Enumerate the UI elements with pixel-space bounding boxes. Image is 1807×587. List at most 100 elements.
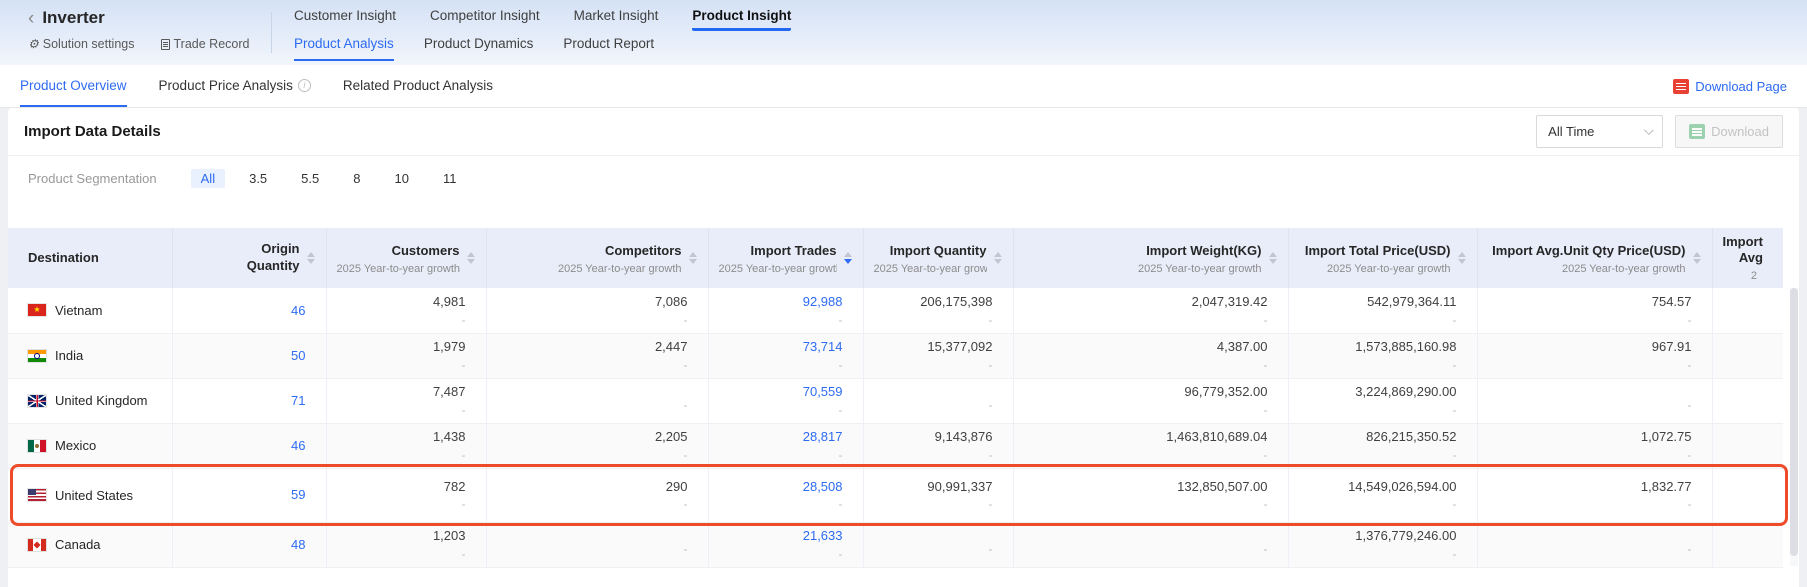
- cell-value[interactable]: 28,817: [719, 427, 843, 447]
- column-label: Import Avg: [1723, 234, 1763, 267]
- cell-growth-value: -: [1488, 312, 1692, 329]
- origin-quantity-value[interactable]: 50: [183, 346, 306, 366]
- cell-value: [1723, 351, 1764, 361]
- origin-quantity-value[interactable]: 48: [183, 535, 306, 555]
- trade-record-label: Trade Record: [174, 37, 250, 51]
- table-row-india: India501,979-2,447-73,714-15,377,092-4,3…: [8, 333, 1783, 378]
- sort-carets-icon[interactable]: [994, 252, 1002, 264]
- customers-cell: 782-: [326, 468, 486, 522]
- cell-value: 2,205: [497, 427, 688, 447]
- column-header-import-avg: Import Avg2: [1712, 228, 1783, 288]
- competitors-cell: 2,205-: [486, 423, 708, 468]
- competitors-cell: 290-: [486, 468, 708, 522]
- cell-growth-value: -: [1024, 496, 1268, 513]
- column-subtitle: 2025 Year-to-year growth: [497, 263, 682, 275]
- sort-carets-icon[interactable]: [307, 252, 315, 264]
- main-tab-product-insight[interactable]: Product Insight: [692, 8, 791, 31]
- import-quantity-cell: -: [863, 378, 1013, 423]
- section-tab-label: Product Overview: [20, 78, 127, 93]
- section-tab-label: Related Product Analysis: [343, 78, 493, 93]
- sort-asc-icon: [1458, 252, 1466, 257]
- time-filter-select[interactable]: All Time: [1536, 115, 1663, 148]
- section-tabs: Product Overview Product Price Analysis Re…: [20, 65, 493, 107]
- gb-flag-icon: [28, 395, 46, 407]
- cell-value[interactable]: 21,633: [719, 526, 843, 546]
- cell-growth-value: -: [874, 447, 993, 464]
- cell-value[interactable]: 28,508: [719, 477, 843, 497]
- cell-value[interactable]: 92,988: [719, 292, 843, 312]
- cell-value[interactable]: 73,714: [719, 337, 843, 357]
- segmentation-option-8[interactable]: 8: [343, 169, 370, 188]
- solution-settings-link[interactable]: Solution settings: [28, 37, 135, 51]
- cell-value[interactable]: 70,559: [719, 382, 843, 402]
- cell-growth-value: -: [337, 496, 466, 513]
- cell-value: 2,047,319.42: [1024, 292, 1268, 312]
- download-page-link[interactable]: Download Page: [1673, 65, 1787, 107]
- column-subtitle: 2025 Year-to-year growth: [337, 263, 460, 275]
- sort-carets-icon[interactable]: [1458, 252, 1466, 264]
- main-tab-customer-insight[interactable]: Customer Insight: [294, 8, 396, 31]
- brand-block: ‹ Inverter Solution settings Trade Recor…: [0, 0, 272, 65]
- cell-growth-value: -: [497, 312, 688, 329]
- section-tab-product-price-analysis[interactable]: Product Price Analysis: [159, 65, 311, 107]
- import-quantity-cell: 9,143,876-: [863, 423, 1013, 468]
- sub-tab-product-analysis[interactable]: Product Analysis: [294, 36, 394, 61]
- sort-carets-icon[interactable]: [689, 252, 697, 264]
- column-label: Import Avg.Unit Qty Price(USD): [1492, 243, 1685, 259]
- column-header-origin-quantity: Origin Quantity: [172, 228, 326, 288]
- cell-growth-value: -: [497, 397, 688, 414]
- segmentation-option-5-5[interactable]: 5.5: [291, 169, 329, 188]
- section-tab-related-product-analysis[interactable]: Related Product Analysis: [343, 65, 493, 107]
- import-avg-cutoff-cell: [1712, 333, 1783, 378]
- cell-value: 4,387.00: [1024, 337, 1268, 357]
- trade-record-link[interactable]: Trade Record: [161, 37, 250, 51]
- import-data-table-wrap: DestinationOrigin QuantityCustomers2025 …: [8, 228, 1799, 568]
- cell-value: 782: [337, 477, 466, 497]
- import-avg-unit-qty-price-cell: 967.91-: [1477, 333, 1712, 378]
- segmentation-option-3-5[interactable]: 3.5: [239, 169, 277, 188]
- cell-value: [1723, 305, 1764, 315]
- download-button[interactable]: Download: [1675, 115, 1783, 148]
- cell-growth-value: -: [1299, 402, 1457, 419]
- us-flag-icon: [28, 489, 46, 501]
- sort-asc-icon: [689, 252, 697, 257]
- import-trades-cell: 28,817-: [708, 423, 863, 468]
- sub-tab-product-dynamics[interactable]: Product Dynamics: [424, 36, 534, 61]
- back-chevron-icon[interactable]: ‹: [28, 9, 34, 28]
- segmentation-option-11[interactable]: 11: [433, 169, 467, 188]
- download-page-label: Download Page: [1695, 79, 1787, 94]
- vn-flag-icon: [28, 304, 46, 316]
- country-name: Mexico: [55, 438, 96, 453]
- cell-value: 2,447: [497, 337, 688, 357]
- column-label: Customers: [392, 243, 460, 259]
- origin-quantity-value[interactable]: 46: [183, 301, 306, 321]
- sort-desc-icon: [307, 259, 315, 264]
- sort-desc-icon: [467, 259, 475, 264]
- cell-value: 4,981: [337, 292, 466, 312]
- import-trades-cell: 73,714-: [708, 333, 863, 378]
- sort-asc-icon: [1693, 252, 1701, 257]
- cell-growth-value: -: [874, 312, 993, 329]
- segmentation-option-10[interactable]: 10: [384, 169, 418, 188]
- vertical-scrollbar[interactable]: [1790, 288, 1798, 566]
- sort-asc-icon: [307, 252, 315, 257]
- sort-carets-icon[interactable]: [1269, 252, 1277, 264]
- cell-growth-value: -: [1024, 402, 1268, 419]
- origin-quantity-value[interactable]: 59: [183, 485, 306, 505]
- cell-growth-value: -: [874, 397, 993, 414]
- origin-quantity-value[interactable]: 71: [183, 391, 306, 411]
- column-subtitle: 2025 Year-to-year growth: [719, 263, 837, 275]
- sort-carets-icon[interactable]: [844, 252, 852, 264]
- origin-quantity-cell: 71: [172, 378, 326, 423]
- sort-carets-icon[interactable]: [1693, 252, 1701, 264]
- sort-carets-icon[interactable]: [467, 252, 475, 264]
- cell-value: [1723, 490, 1764, 500]
- main-tab-competitor-insight[interactable]: Competitor Insight: [430, 8, 540, 31]
- main-tab-market-insight[interactable]: Market Insight: [574, 8, 659, 31]
- column-label: Competitors: [605, 243, 682, 259]
- section-tab-product-overview[interactable]: Product Overview: [20, 65, 127, 107]
- segmentation-option-all[interactable]: All: [191, 169, 225, 188]
- cell-growth-value: -: [1299, 357, 1457, 374]
- sub-tab-product-report[interactable]: Product Report: [563, 36, 654, 61]
- origin-quantity-value[interactable]: 46: [183, 436, 306, 456]
